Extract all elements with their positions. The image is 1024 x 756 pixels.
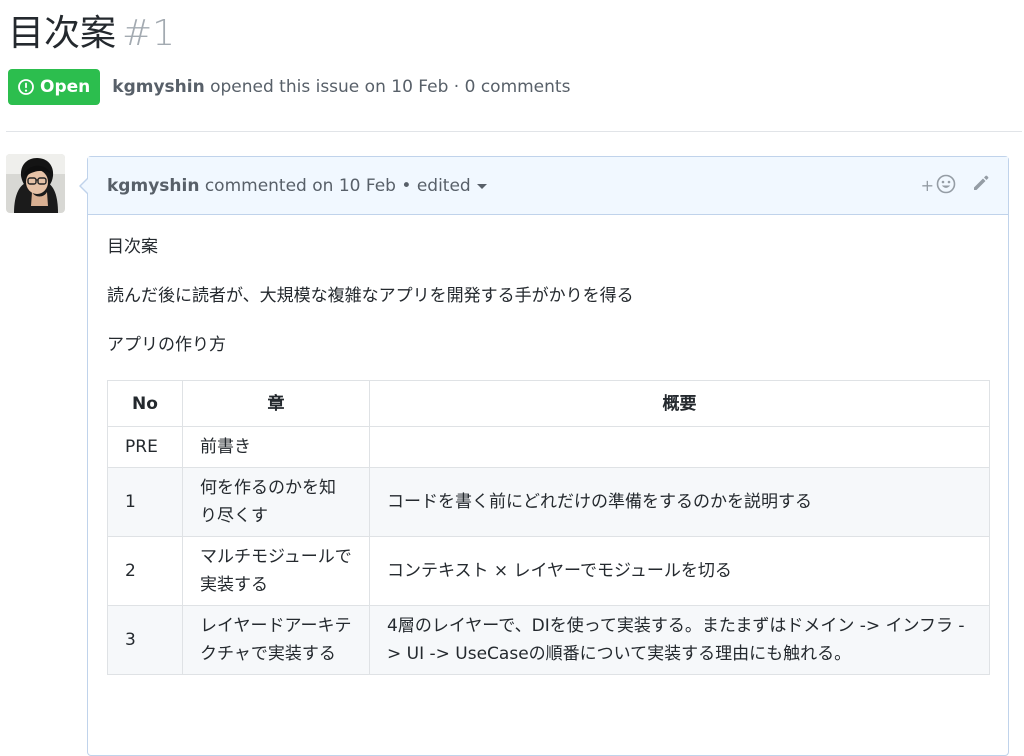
issue-meta: Open kgmyshin opened this issue on 10 Fe… (8, 69, 570, 105)
table-cell-summary: 4層のレイヤーで、DIを使って実装する。またまずはドメイン -> インフラ ->… (369, 605, 990, 675)
table-cell-summary (369, 426, 990, 468)
table-cell-summary: コードを書く前にどれだけの準備をするのかを説明する (369, 467, 990, 537)
table-header-no: No (107, 380, 183, 427)
table-cell-no: 2 (107, 536, 183, 606)
avatar[interactable] (6, 154, 65, 213)
table-row: 1 何を作るのかを知り尽くす コードを書く前にどれだけの準備をするのかを説明する (107, 467, 990, 537)
issue-meta-rest: opened this issue on 10 Feb · 0 comments (210, 77, 571, 97)
issue-author-link[interactable]: kgmyshin (112, 77, 204, 97)
table-cell-chapter: マルチモジュールで実装する (182, 536, 370, 606)
table-cell-chapter: 何を作るのかを知り尽くす (182, 467, 370, 537)
edited-dropdown[interactable]: edited (417, 176, 487, 196)
table-header-row: No 章 概要 (107, 380, 990, 427)
body-paragraph-3: アプリの作り方 (107, 335, 226, 355)
issue-opened-icon (17, 78, 35, 96)
comment-body: 目次案 読んだ後に読者が、大規模な複雑なアプリを開発する手がかりを得る アプリの… (88, 215, 1008, 675)
table-cell-chapter: レイヤードアーキテクチャで実装する (182, 605, 370, 675)
caret-down-icon (476, 184, 487, 189)
table-row: PRE 前書き (107, 426, 990, 468)
comment: kgmyshin commented on 10 Feb • edited + (79, 156, 1009, 756)
body-paragraph-2: 読んだ後に読者が、大規模な複雑なアプリを開発する手がかりを得る (107, 286, 634, 306)
comment-author-link[interactable]: kgmyshin (107, 176, 199, 196)
table-cell-no: PRE (107, 426, 183, 468)
header-divider (6, 131, 1022, 132)
table-row: 3 レイヤードアーキテクチャで実装する 4層のレイヤーで、DIを使って実装する。… (107, 605, 990, 675)
table-header-chapter: 章 (182, 380, 370, 427)
table-row: 2 マルチモジュールで実装する コンテキスト × レイヤーでモジュールを切る (107, 536, 990, 606)
smiley-icon (936, 174, 956, 198)
state-badge-open: Open (8, 69, 101, 105)
table-header-summary: 概要 (369, 380, 990, 427)
table-cell-chapter: 前書き (182, 426, 370, 468)
edited-label: edited (416, 175, 471, 196)
comment-actions: + (921, 157, 990, 214)
issue-number: #1 (122, 13, 176, 54)
table-cell-no: 3 (107, 605, 183, 675)
issue-meta-text: kgmyshin opened this issue on 10 Feb · 0… (112, 77, 570, 97)
comment-separator: • (401, 175, 412, 196)
chapter-table: No 章 概要 PRE 前書き 1 何を作るのかを知り尽くす コードを書く前にど… (107, 380, 990, 675)
add-reaction-button[interactable]: + (921, 174, 956, 198)
body-paragraph-1: 目次案 (107, 237, 158, 257)
pencil-icon (972, 174, 990, 197)
issue-title-text: 目次案 (8, 13, 117, 54)
comment-meta: commented on 10 Feb (204, 175, 396, 196)
issue-title: 目次案 #1 (8, 8, 1018, 60)
table-cell-no: 1 (107, 467, 183, 537)
state-label: Open (40, 77, 91, 97)
table-cell-summary: コンテキスト × レイヤーでモジュールを切る (369, 536, 990, 606)
comment-header: kgmyshin commented on 10 Feb • edited + (88, 157, 1008, 215)
issue-header: 目次案 #1 Open kgmyshin opened this issue on… (8, 8, 1018, 105)
edit-comment-button[interactable] (972, 174, 990, 197)
reaction-plus: + (920, 175, 934, 195)
